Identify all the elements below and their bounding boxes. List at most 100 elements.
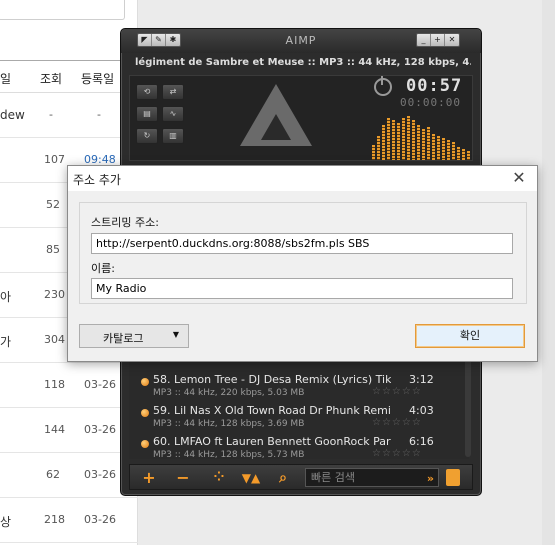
close-icon[interactable]: ✕ xyxy=(445,34,459,46)
player-titlebar[interactable]: ◤ ✎ ✱ AIMP _ + ✕ xyxy=(121,29,481,53)
search-icon[interactable]: ⌕ xyxy=(270,468,296,488)
dialog-fields-group: 스트리밍 주소: http://serpent0.duckdns.org:808… xyxy=(79,202,527,304)
spectrum-bar xyxy=(442,138,445,160)
row-views: - xyxy=(49,108,53,121)
playlist-toolbar: + − ⁘ ▼▲ ⌕ 빠른 검색 » xyxy=(129,464,473,490)
playlist: 58. Lemon Tree - DJ Desa Remix (Lyrics) … xyxy=(129,359,471,460)
rating-stars-icon[interactable]: ☆☆☆☆☆ xyxy=(372,417,422,428)
track-duration: 3:12 xyxy=(409,373,434,386)
board-row[interactable]: 144 03-26 xyxy=(0,408,138,453)
effects-icon[interactable]: ∿ xyxy=(162,106,184,122)
playlist-scrollbar[interactable] xyxy=(465,359,471,457)
row-views: 304 xyxy=(44,333,65,346)
spectrum-bar xyxy=(462,149,465,160)
row-date: 03-26 xyxy=(84,513,116,526)
catalog-label: 카탈로그 xyxy=(103,332,144,345)
close-icon[interactable]: ✕ xyxy=(509,168,529,188)
track-duration: 6:16 xyxy=(409,435,434,448)
track-duration: 4:03 xyxy=(409,404,434,417)
chevron-down-icon: ▼ xyxy=(172,330,179,339)
playlist-item[interactable]: 58. Lemon Tree - DJ Desa Remix (Lyrics) … xyxy=(135,373,467,403)
name-label: 이름: xyxy=(91,262,115,275)
power-icon[interactable] xyxy=(374,76,392,96)
row-title[interactable]: 가 xyxy=(0,333,11,350)
loop-icon[interactable]: ↻ xyxy=(136,128,158,144)
spectrum-bar xyxy=(457,147,460,160)
spectrum-bar xyxy=(377,136,380,160)
spectrum-bar xyxy=(417,125,420,160)
quick-search-input[interactable]: 빠른 검색 » xyxy=(305,468,439,487)
dialog-title: 주소 추가 xyxy=(73,173,121,187)
board-row[interactable]: 118 03-26 xyxy=(0,363,138,408)
row-views: 107 xyxy=(44,153,65,166)
spectrum-bar xyxy=(412,120,415,160)
spectrum-bar xyxy=(447,140,450,160)
add-url-dialog: 주소 추가 ✕ 스트리밍 주소: http://serpent0.duckdns… xyxy=(67,165,538,362)
row-views: 230 xyxy=(44,288,65,301)
spectrum-bar xyxy=(372,145,375,160)
row-views: 62 xyxy=(46,468,60,481)
ok-button[interactable]: 확인 xyxy=(415,324,525,348)
row-date: - xyxy=(97,108,101,121)
name-input[interactable]: My Radio xyxy=(91,278,513,299)
spectrum-bar xyxy=(467,151,470,160)
track-info: MP3 :: 44 kHz, 128 kbps, 3.69 MB xyxy=(153,419,305,429)
playlist-item[interactable]: 60. LMFAO ft Lauren Bennett GoonRock Par… xyxy=(135,435,467,465)
header-date: 등록일 xyxy=(81,72,115,86)
row-date: 03-26 xyxy=(84,468,116,481)
header-title: 일 xyxy=(0,72,12,86)
playlist-mode-icon[interactable]: ▤ xyxy=(136,106,158,122)
spectrum-bar xyxy=(422,129,425,160)
now-playing-marquee: légiment de Sambre et Meuse :: MP3 :: 44… xyxy=(135,57,471,68)
track-title: 60. LMFAO ft Lauren Bennett GoonRock Par… xyxy=(153,435,391,448)
row-views: 144 xyxy=(44,423,65,436)
add-icon[interactable]: + xyxy=(136,468,162,488)
spectrum-bar xyxy=(437,136,440,160)
board-row[interactable]: dew - - xyxy=(0,93,138,138)
board-search-input[interactable] xyxy=(0,0,125,20)
row-date: 03-26 xyxy=(84,378,116,391)
tray-icon[interactable]: + xyxy=(431,34,445,46)
aimp-logo-cutout xyxy=(261,114,291,140)
spectrum-bar xyxy=(387,118,390,160)
dialog-titlebar[interactable]: 주소 추가 ✕ xyxy=(68,166,537,191)
playlist-item[interactable]: 59. Lil Nas X Old Town Road Dr Phunk Rem… xyxy=(135,404,467,434)
dots-icon[interactable]: ⁘ xyxy=(206,468,232,488)
track-info: MP3 :: 44 kHz, 128 kbps, 5.73 MB xyxy=(153,450,305,460)
page-scrollbar[interactable] xyxy=(542,0,555,545)
sort-icon[interactable]: ▼▲ xyxy=(238,468,264,488)
repeat-icon[interactable]: ⟲ xyxy=(136,84,158,100)
rating-stars-icon[interactable]: ☆☆☆☆☆ xyxy=(372,386,422,397)
spectrum-bar xyxy=(382,125,385,160)
elapsed-time[interactable]: 00:57 xyxy=(406,76,462,96)
spectrum-bar xyxy=(452,142,455,160)
search-go-icon[interactable]: » xyxy=(427,470,434,487)
document-icon[interactable] xyxy=(446,469,460,486)
row-views: 218 xyxy=(44,513,65,526)
stream-url-label: 스트리밍 주소: xyxy=(91,216,159,229)
header-views: 조회 xyxy=(40,72,63,86)
track-info: MP3 :: 44 kHz, 220 kbps, 5.03 MB xyxy=(153,388,305,398)
window-controls: _ + ✕ xyxy=(416,33,460,47)
minimize-icon[interactable]: _ xyxy=(417,34,431,46)
remove-icon[interactable]: − xyxy=(170,468,196,488)
row-views: 85 xyxy=(46,243,60,256)
equalizer-icon[interactable]: ▥ xyxy=(162,128,184,144)
row-title[interactable]: 아 xyxy=(0,288,11,305)
spectrum-bar xyxy=(427,127,430,160)
track-dot-icon xyxy=(141,409,149,417)
row-date: 03-26 xyxy=(84,423,116,436)
spectrum-bar xyxy=(397,123,400,160)
row-views: 52 xyxy=(46,198,60,211)
row-title[interactable]: dew xyxy=(0,108,25,122)
stream-url-input[interactable]: http://serpent0.duckdns.org:8088/sbs2fm.… xyxy=(91,233,513,254)
catalog-dropdown-button[interactable]: 카탈로그 ▼ xyxy=(79,324,189,348)
shuffle-icon[interactable]: ⇄ xyxy=(162,84,184,100)
spectrum-bar xyxy=(407,116,410,160)
board-row[interactable]: 62 03-26 xyxy=(0,453,138,498)
board-row[interactable]: 상 218 03-26 xyxy=(0,498,138,543)
track-dot-icon xyxy=(141,440,149,448)
row-title[interactable]: 상 xyxy=(0,513,11,530)
rating-stars-icon[interactable]: ☆☆☆☆☆ xyxy=(372,448,422,459)
row-views: 118 xyxy=(44,378,65,391)
